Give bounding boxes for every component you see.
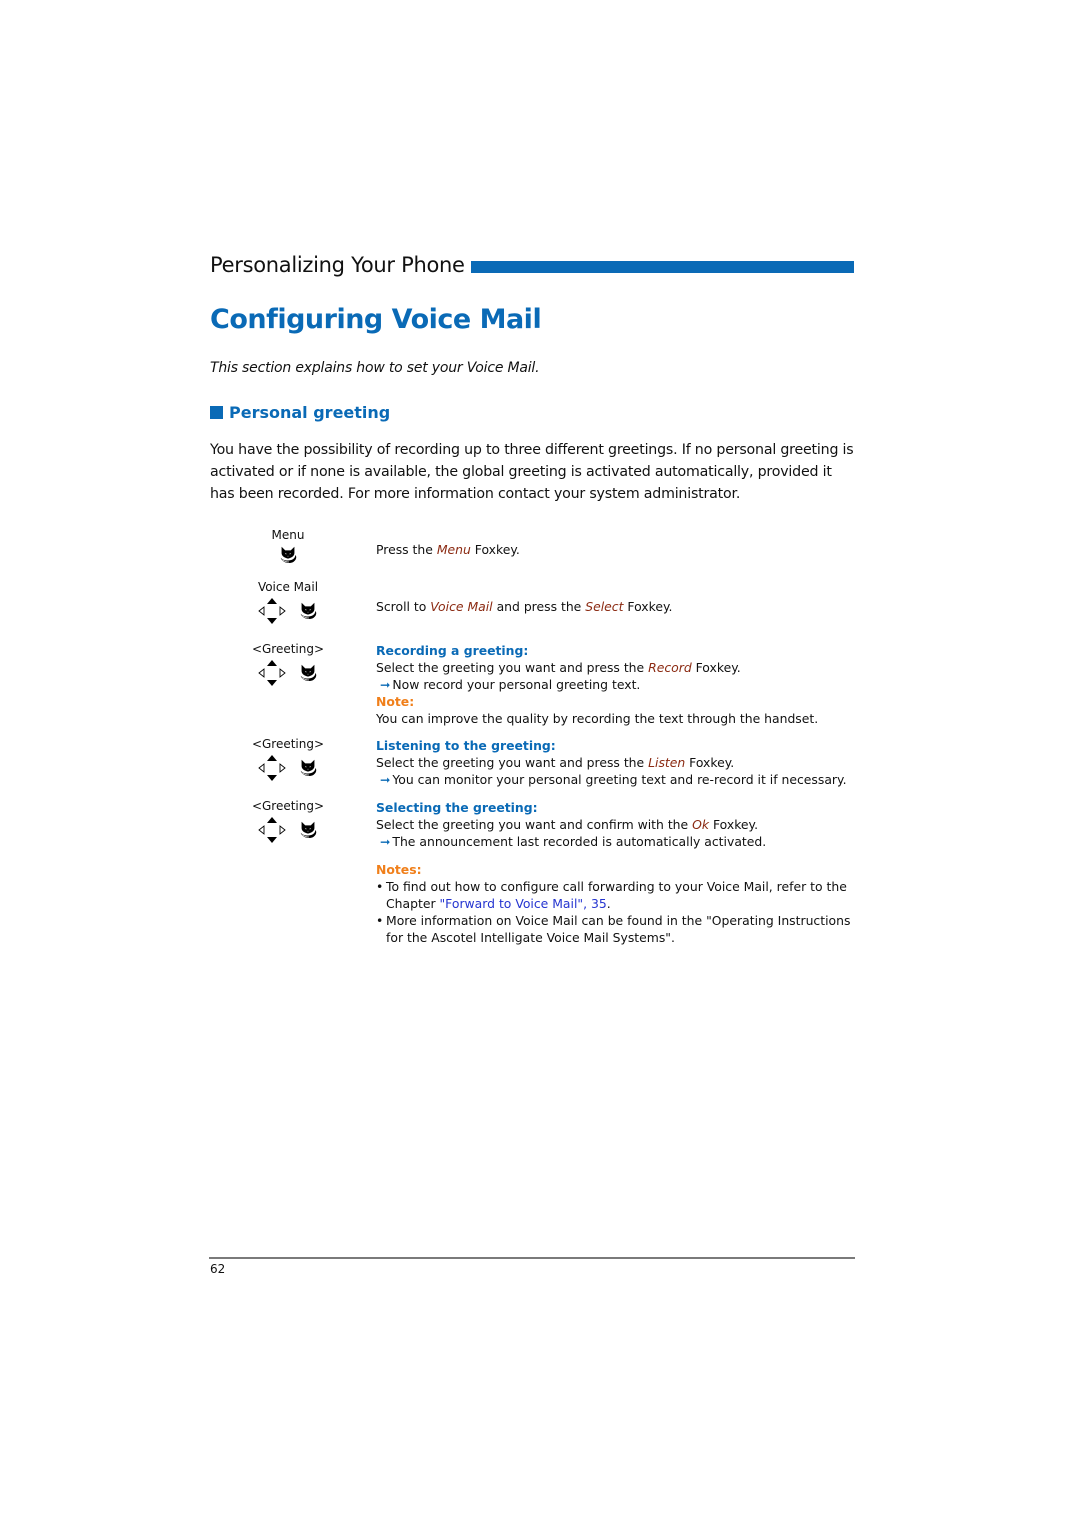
- result-text: The announcement last recorded is automa…: [392, 834, 767, 849]
- step-text-part: and press the: [492, 599, 586, 614]
- step-text-part: Select the greeting you want and press t…: [376, 660, 649, 675]
- key-label: <Greeting>: [251, 642, 325, 656]
- note-text: You can improve the quality by recording…: [376, 711, 819, 726]
- note-item-text: More information on Voice Mail can be fo…: [386, 913, 851, 945]
- keyword: Select: [585, 599, 624, 614]
- result-text: Now record your personal greeting text.: [392, 677, 641, 692]
- chapter-link[interactable]: "Forward to Voice Mail", 35: [439, 896, 606, 911]
- step-menu-text: Press the Menu Foxkey.: [376, 541, 856, 558]
- key-label: <Greeting>: [251, 737, 325, 751]
- bullet-icon: •: [376, 913, 384, 928]
- note-item: • To find out how to configure call forw…: [376, 878, 856, 912]
- navigation-keys-icon[interactable]: [257, 596, 287, 626]
- note-item: • More information on Voice Mail can be …: [376, 912, 856, 946]
- notes-block: Notes: • To find out how to configure ca…: [376, 861, 856, 946]
- step-text-part: Scroll to: [376, 599, 431, 614]
- note-item-text: .: [606, 896, 611, 911]
- page-number: 62: [210, 1262, 226, 1276]
- chapter-header: Personalizing Your Phone: [210, 250, 854, 280]
- key-label: <Greeting>: [251, 799, 325, 813]
- intro-text: This section explains how to set your Vo…: [210, 360, 540, 376]
- keyword: Voice Mail: [430, 599, 493, 614]
- foxkey-icon[interactable]: [297, 819, 319, 841]
- arrow-right-icon: ➞: [380, 772, 391, 787]
- sub-heading: Listening to the greeting:: [376, 738, 556, 753]
- step-text-part: Foxkey.: [470, 542, 520, 557]
- sub-heading: Selecting the greeting:: [376, 800, 538, 815]
- step-text-part: Select the greeting you want and press t…: [376, 755, 649, 770]
- step-text-part: Select the greeting you want and confirm…: [376, 817, 693, 832]
- key-label: Voice Mail: [257, 580, 319, 594]
- step-text-part: Foxkey.: [623, 599, 673, 614]
- sub-heading: Recording a greeting:: [376, 643, 529, 658]
- chapter-accent-bar: [470, 261, 854, 273]
- navigation-keys-icon[interactable]: [257, 658, 287, 688]
- section-paragraph: You have the possibility of recording up…: [210, 442, 854, 502]
- result-text: You can monitor your personal greeting t…: [392, 772, 847, 787]
- note-heading: Note:: [376, 694, 415, 709]
- square-bullet-icon: [210, 406, 223, 419]
- step-select-text: Selecting the greeting: Select the greet…: [376, 799, 856, 850]
- keyword: Menu: [436, 542, 471, 557]
- step-text-part: Foxkey.: [691, 660, 741, 675]
- step-record-text: Recording a greeting: Select the greetin…: [376, 642, 856, 727]
- step-listen-keys: <Greeting>: [240, 737, 336, 783]
- step-voicemail-text: Scroll to Voice Mail and press the Selec…: [376, 598, 856, 615]
- step-listen-text: Listening to the greeting: Select the gr…: [376, 737, 856, 788]
- foxkey-icon[interactable]: [297, 600, 319, 622]
- step-text-part: Foxkey.: [709, 817, 759, 832]
- step-text-part: Press the: [376, 542, 437, 557]
- keyword: Ok: [692, 817, 710, 832]
- section-heading: Personal greeting: [210, 403, 390, 422]
- step-record-keys: <Greeting>: [240, 642, 336, 688]
- notes-heading: Notes:: [376, 862, 422, 877]
- bullet-icon: •: [376, 879, 384, 894]
- keyword: Record: [648, 660, 692, 675]
- foxkey-icon[interactable]: [277, 544, 299, 566]
- step-voicemail-keys: Voice Mail: [240, 580, 336, 626]
- step-select-keys: <Greeting>: [240, 799, 336, 845]
- arrow-right-icon: ➞: [380, 834, 391, 849]
- foxkey-icon[interactable]: [297, 757, 319, 779]
- chapter-title: Personalizing Your Phone: [210, 253, 465, 277]
- key-label: Menu: [271, 528, 305, 542]
- navigation-keys-icon[interactable]: [257, 753, 287, 783]
- navigation-keys-icon[interactable]: [257, 815, 287, 845]
- footer-divider: [209, 1257, 855, 1259]
- keyword: Listen: [648, 755, 686, 770]
- page-title: Configuring Voice Mail: [210, 304, 542, 335]
- step-menu-keys: Menu: [240, 528, 336, 566]
- step-text-part: Foxkey.: [685, 755, 735, 770]
- arrow-right-icon: ➞: [380, 677, 391, 692]
- section-heading-label: Personal greeting: [229, 403, 391, 422]
- foxkey-icon[interactable]: [297, 662, 319, 684]
